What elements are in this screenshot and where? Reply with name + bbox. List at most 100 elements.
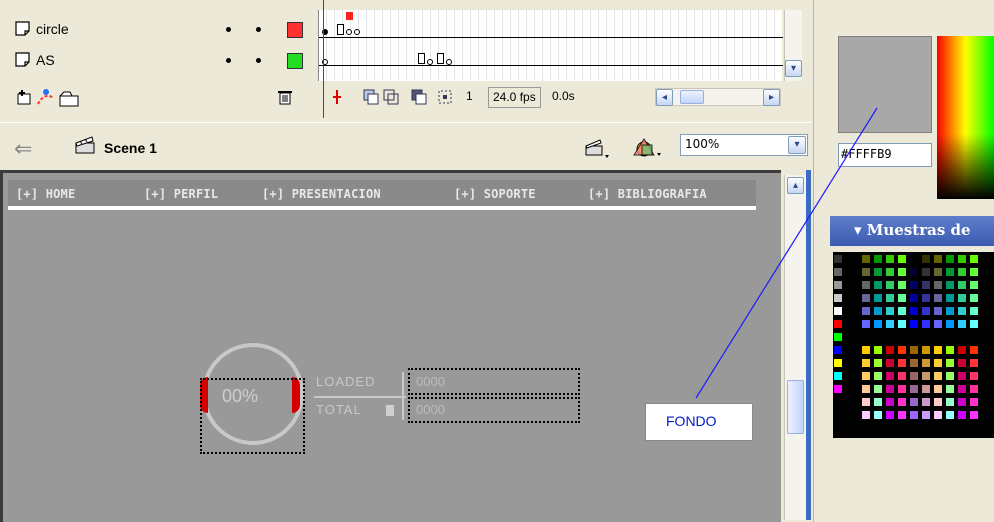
- color-swatch[interactable]: [921, 423, 931, 433]
- nav-home[interactable]: [+] HOME: [16, 187, 75, 201]
- color-swatch[interactable]: [873, 254, 883, 264]
- color-swatch[interactable]: [969, 293, 979, 303]
- color-swatch[interactable]: [969, 319, 979, 329]
- color-swatch[interactable]: [845, 267, 855, 277]
- color-swatch[interactable]: [885, 332, 895, 342]
- color-swatch[interactable]: [861, 332, 871, 342]
- layer-row-circle[interactable]: circle: [10, 17, 314, 44]
- color-swatch[interactable]: [945, 280, 955, 290]
- color-swatch[interactable]: [885, 267, 895, 277]
- color-swatch[interactable]: [969, 358, 979, 368]
- color-swatch[interactable]: [909, 345, 919, 355]
- color-swatch[interactable]: [945, 267, 955, 277]
- onion-skin-icon[interactable]: [362, 88, 380, 106]
- color-swatch[interactable]: [873, 319, 883, 329]
- color-swatch[interactable]: [933, 423, 943, 433]
- color-swatch[interactable]: [945, 293, 955, 303]
- timeline-horizontal-scrollbar[interactable]: ◂ ▸: [655, 88, 781, 106]
- color-swatch[interactable]: [833, 319, 843, 329]
- color-swatch[interactable]: [921, 397, 931, 407]
- color-swatch[interactable]: [833, 293, 843, 303]
- color-swatch[interactable]: [969, 254, 979, 264]
- swatches-grid[interactable]: [833, 252, 994, 438]
- edit-symbol-icon[interactable]: [630, 135, 670, 159]
- scroll-up-button[interactable]: ▴: [787, 177, 804, 194]
- edit-scene-icon[interactable]: [584, 137, 624, 159]
- color-swatch[interactable]: [885, 358, 895, 368]
- nav-bibliografia[interactable]: [+] BIBLIOGRAFIA: [588, 187, 707, 201]
- color-swatch[interactable]: [873, 306, 883, 316]
- color-swatch[interactable]: [957, 267, 967, 277]
- color-swatch[interactable]: [845, 410, 855, 420]
- lock-dot[interactable]: [256, 58, 261, 63]
- color-swatch[interactable]: [921, 293, 931, 303]
- stage-vertical-scrollbar[interactable]: ▴: [784, 175, 806, 520]
- color-swatch[interactable]: [873, 358, 883, 368]
- color-swatch[interactable]: [833, 345, 843, 355]
- color-swatch[interactable]: [861, 410, 871, 420]
- color-swatch[interactable]: [933, 345, 943, 355]
- color-swatch[interactable]: [933, 319, 943, 329]
- color-swatch[interactable]: [845, 423, 855, 433]
- color-swatch[interactable]: [933, 410, 943, 420]
- color-swatch[interactable]: [861, 397, 871, 407]
- color-swatch[interactable]: [873, 410, 883, 420]
- color-swatch[interactable]: [861, 319, 871, 329]
- color-swatch[interactable]: [921, 306, 931, 316]
- hex-input[interactable]: #FFFFB9: [838, 143, 932, 167]
- scroll-left-button[interactable]: ◂: [656, 89, 673, 106]
- chevron-down-icon[interactable]: ▾: [788, 136, 806, 154]
- color-swatch[interactable]: [885, 254, 895, 264]
- color-swatch[interactable]: [861, 293, 871, 303]
- color-swatch[interactable]: [861, 280, 871, 290]
- scroll-thumb[interactable]: [787, 380, 804, 434]
- color-swatch[interactable]: [833, 397, 843, 407]
- color-swatch[interactable]: [897, 319, 907, 329]
- outline-color-swatch[interactable]: [287, 22, 303, 38]
- color-swatch[interactable]: [921, 267, 931, 277]
- color-swatch[interactable]: [897, 371, 907, 381]
- color-swatch[interactable]: [969, 371, 979, 381]
- center-frame-icon[interactable]: [328, 88, 346, 106]
- color-swatch[interactable]: [945, 345, 955, 355]
- color-swatch[interactable]: [969, 280, 979, 290]
- color-swatch[interactable]: [845, 397, 855, 407]
- color-swatch[interactable]: [957, 345, 967, 355]
- nav-soporte[interactable]: [+] SOPORTE: [454, 187, 536, 201]
- color-swatch[interactable]: [845, 254, 855, 264]
- edit-multiple-frames-icon[interactable]: [410, 88, 428, 106]
- color-swatch[interactable]: [969, 410, 979, 420]
- color-swatch[interactable]: [909, 423, 919, 433]
- color-swatch[interactable]: [957, 397, 967, 407]
- color-swatch[interactable]: [909, 410, 919, 420]
- color-swatch[interactable]: [921, 345, 931, 355]
- color-swatch[interactable]: [921, 332, 931, 342]
- color-swatch[interactable]: [909, 293, 919, 303]
- color-swatch[interactable]: [945, 410, 955, 420]
- trash-icon[interactable]: [276, 88, 294, 106]
- selection-box-loaded[interactable]: [408, 368, 580, 395]
- color-swatch[interactable]: [885, 397, 895, 407]
- color-swatch[interactable]: [897, 306, 907, 316]
- color-swatch[interactable]: [969, 267, 979, 277]
- color-swatch[interactable]: [885, 384, 895, 394]
- swatches-panel-header[interactable]: ▾ Muestras de: [830, 216, 994, 246]
- color-swatch[interactable]: [945, 332, 955, 342]
- color-swatch[interactable]: [873, 397, 883, 407]
- color-swatch[interactable]: [909, 384, 919, 394]
- color-swatch[interactable]: [885, 293, 895, 303]
- color-swatch[interactable]: [933, 332, 943, 342]
- color-swatch[interactable]: [969, 306, 979, 316]
- scroll-right-button[interactable]: ▸: [763, 89, 780, 106]
- color-swatch[interactable]: [969, 423, 979, 433]
- color-swatch[interactable]: [845, 293, 855, 303]
- color-swatch[interactable]: [833, 384, 843, 394]
- color-swatch[interactable]: [921, 319, 931, 329]
- color-swatch[interactable]: [921, 254, 931, 264]
- color-swatch[interactable]: [873, 371, 883, 381]
- color-swatch[interactable]: [909, 358, 919, 368]
- color-swatch[interactable]: [833, 423, 843, 433]
- color-swatch[interactable]: [933, 267, 943, 277]
- color-swatch[interactable]: [845, 384, 855, 394]
- color-swatch[interactable]: [909, 254, 919, 264]
